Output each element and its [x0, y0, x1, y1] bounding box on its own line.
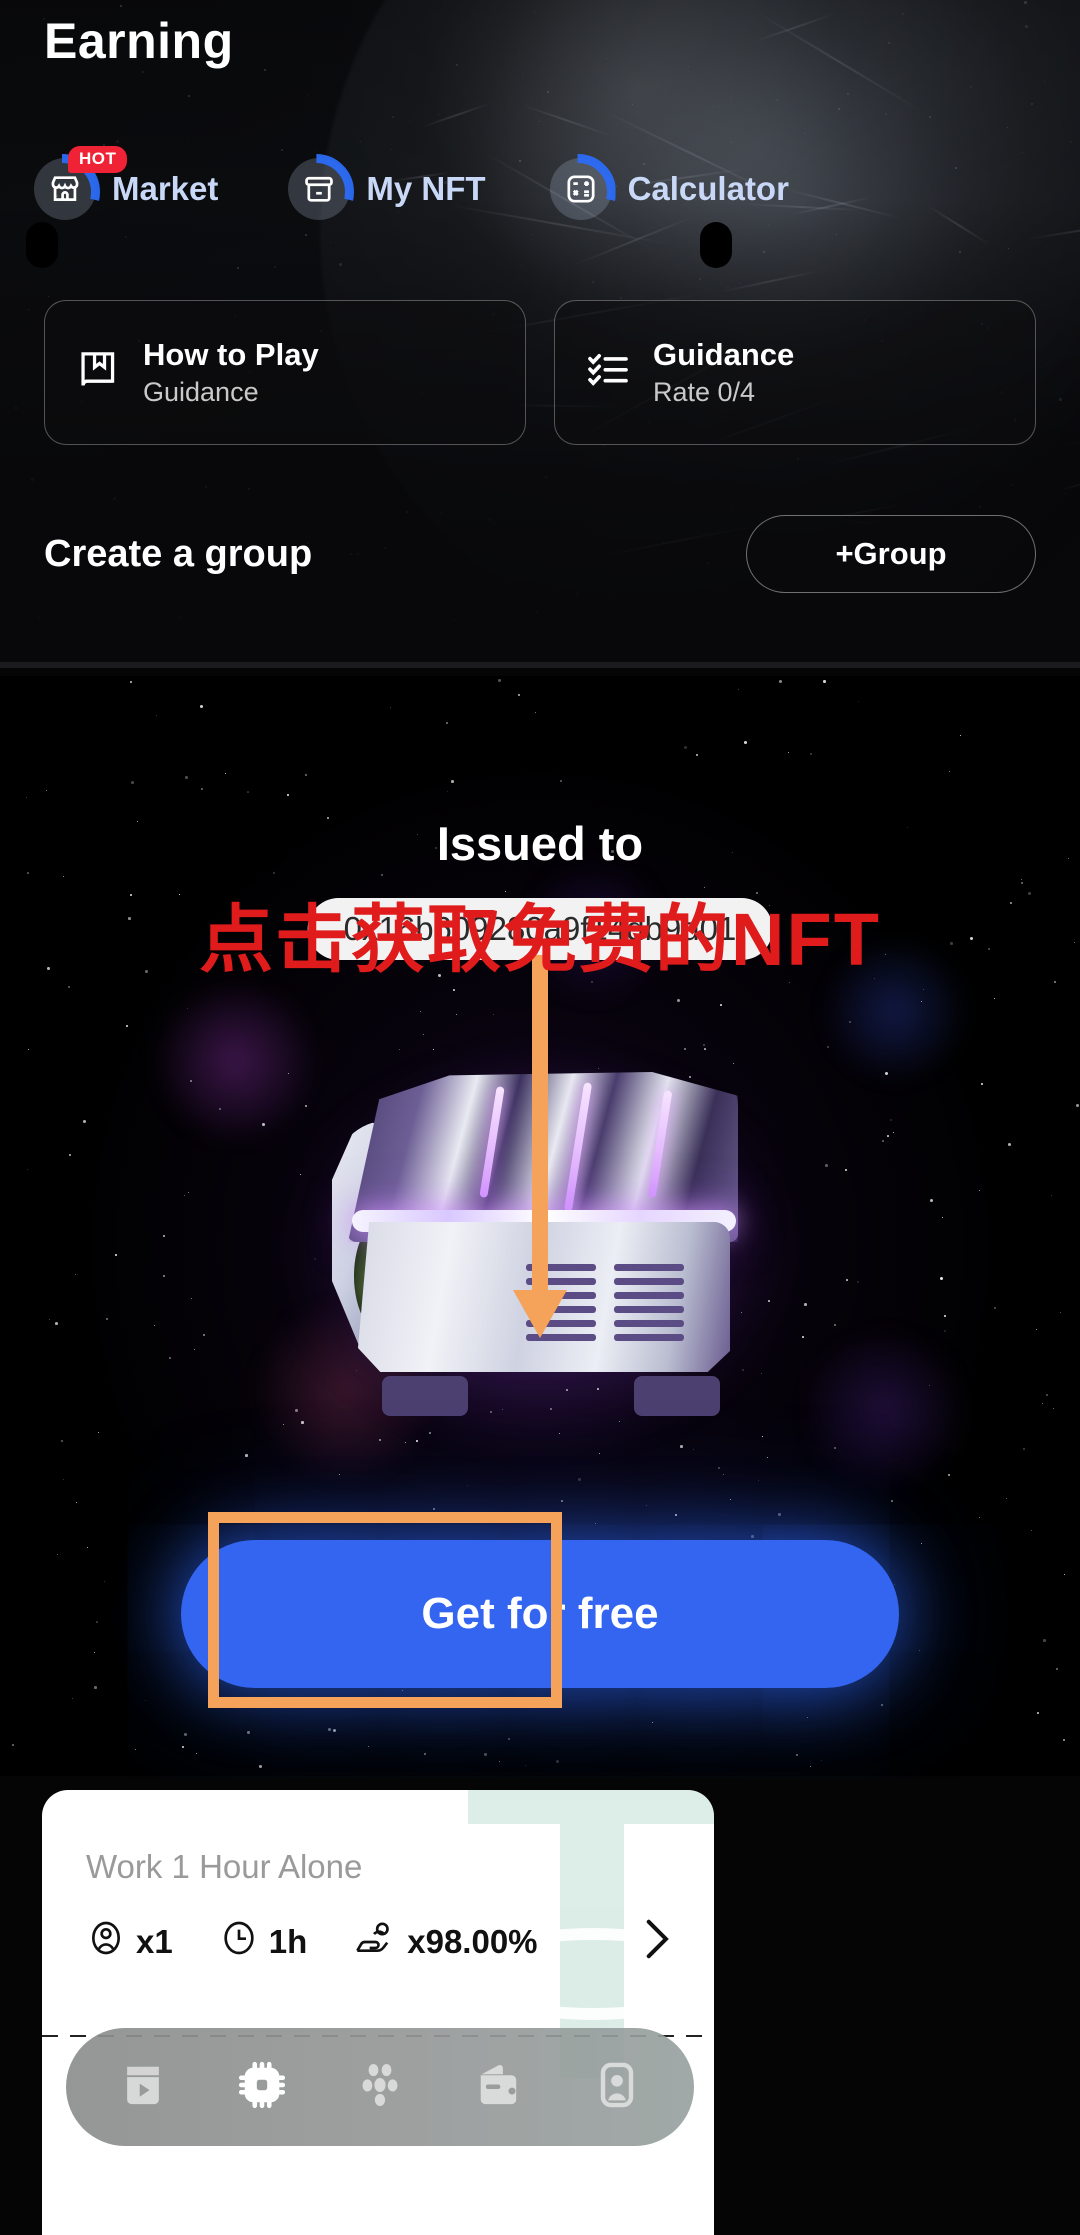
nav-item-calculator[interactable]: Calculator: [550, 158, 789, 220]
create-group-row: Create a group +Group: [0, 515, 1080, 593]
tab-team[interactable]: [343, 2050, 417, 2124]
stat-duration: 1h: [219, 1918, 308, 1966]
bottom-tab-bar: [66, 2028, 694, 2146]
ticket-notch-right: [700, 222, 732, 268]
guidance-subtitle: Rate 0/4: [653, 377, 794, 408]
book-bookmark-icon: [75, 347, 121, 398]
get-for-free-button[interactable]: Get for free: [181, 1540, 899, 1688]
section-divider: [0, 662, 1080, 668]
info-card-row: How to Play Guidance Guidance Rate 0/4: [0, 300, 1080, 445]
tab-wallet[interactable]: [461, 2050, 535, 2124]
wallet-icon: [470, 2057, 526, 2118]
hand-coin-icon: [353, 1918, 397, 1966]
cpu-chip-icon: [233, 2056, 291, 2119]
how-to-play-card[interactable]: How to Play Guidance: [44, 300, 526, 445]
profile-card-icon: [589, 2057, 645, 2118]
tab-profile[interactable]: [580, 2050, 654, 2124]
people-group-icon: [352, 2057, 408, 2118]
how-to-play-title: How to Play: [143, 337, 319, 373]
tab-chip[interactable]: [225, 2050, 299, 2124]
app-screen: Earning HOT Market My NFT Calculator How…: [0, 0, 1080, 2235]
nav-item-my-nft[interactable]: My NFT: [288, 158, 485, 220]
nav-item-my-nft-label: My NFT: [366, 170, 485, 208]
chevron-right-icon[interactable]: [636, 1914, 674, 1969]
person-circle-icon: [86, 1918, 126, 1966]
checklist-icon: [585, 347, 631, 398]
stat-people: x1: [86, 1918, 173, 1966]
archive-box-icon: [288, 158, 350, 220]
page-title: Earning: [44, 12, 234, 70]
media-play-icon: [115, 2057, 171, 2118]
tab-media[interactable]: [106, 2050, 180, 2124]
guidance-title: Guidance: [653, 337, 794, 373]
work-card-title: Work 1 Hour Alone: [86, 1848, 362, 1886]
guidance-card[interactable]: Guidance Rate 0/4: [554, 300, 1036, 445]
how-to-play-subtitle: Guidance: [143, 377, 319, 408]
work-task-card[interactable]: Work 1 Hour Alone x1 1h x98.00%: [42, 1790, 714, 2235]
clock-icon: [219, 1918, 259, 1966]
stat-people-value: x1: [136, 1923, 173, 1961]
hot-badge: HOT: [68, 146, 127, 173]
create-group-title: Create a group: [44, 533, 312, 576]
annotation-text: 点击获取免费的NFT: [0, 880, 1080, 987]
quick-nav-row: HOT Market My NFT Calculator: [0, 146, 1080, 232]
nav-item-market-label: Market: [112, 170, 218, 208]
stat-rate-value: x98.00%: [407, 1923, 537, 1961]
nav-item-market[interactable]: HOT Market: [34, 158, 218, 220]
stat-rate: x98.00%: [353, 1918, 537, 1966]
issued-to-label: Issued to: [0, 816, 1080, 871]
add-group-button[interactable]: +Group: [746, 515, 1036, 593]
ticket-notch-left: [26, 222, 58, 268]
work-card-stats: x1 1h x98.00%: [86, 1918, 538, 1966]
stat-duration-value: 1h: [269, 1923, 308, 1961]
nav-item-calculator-label: Calculator: [628, 170, 789, 208]
calculator-icon: [550, 158, 612, 220]
